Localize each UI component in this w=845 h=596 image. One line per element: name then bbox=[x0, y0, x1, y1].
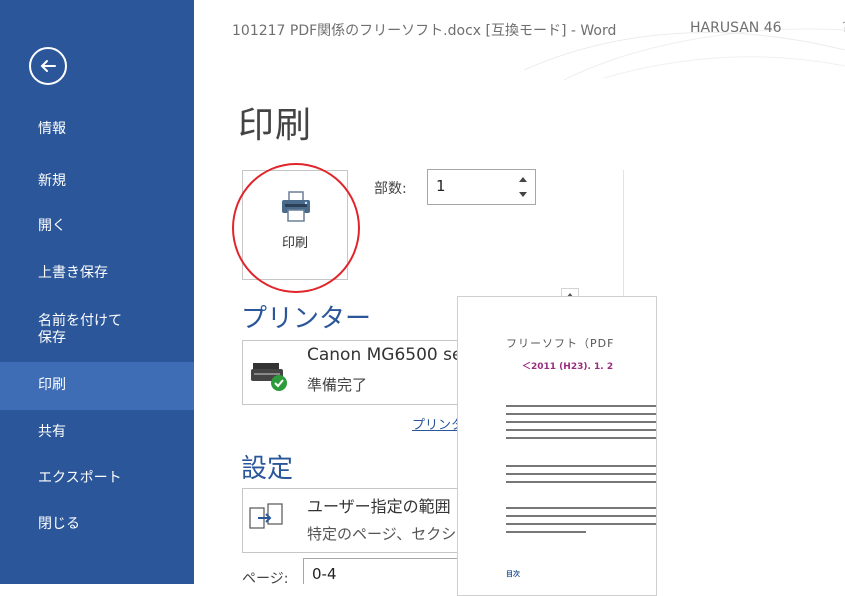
back-arrow-icon bbox=[40, 60, 56, 72]
title-bar: 101217 PDF関係のフリーソフト.docx [互換モード] - Word … bbox=[194, 0, 845, 80]
preview-text-line bbox=[506, 481, 656, 483]
sidebar-item-label-line2: 保存 bbox=[38, 330, 66, 346]
printer-heading: プリンター bbox=[241, 304, 372, 334]
preview-date: ＜2011 (H23). 1. 2 bbox=[522, 362, 614, 372]
copies-value: 1 bbox=[436, 177, 446, 195]
sidebar-item-save-as[interactable]: 名前を付けて 保存 bbox=[0, 313, 194, 349]
preview-text-line bbox=[506, 437, 656, 439]
print-button[interactable]: 印刷 bbox=[242, 170, 348, 280]
preview-text-line bbox=[506, 507, 656, 509]
copies-label: 部数: bbox=[374, 181, 407, 197]
sidebar-item-close[interactable]: 閉じる bbox=[0, 516, 194, 536]
title-decoration bbox=[524, 28, 845, 80]
sidebar-item-label: 情報 bbox=[38, 121, 66, 137]
sidebar-item-label: 共有 bbox=[38, 424, 66, 440]
settings-heading: 設定 bbox=[241, 454, 294, 484]
print-preview-page: フリーソフト（PDF ＜2011 (H23). 1. 2 目次 bbox=[457, 296, 657, 596]
sidebar-item-label: エクスポート bbox=[38, 470, 122, 486]
preview-text-line bbox=[506, 473, 656, 475]
sidebar-item-label-line1: 名前を付けて bbox=[38, 313, 122, 329]
sidebar-item-label: 印刷 bbox=[38, 377, 66, 393]
backstage-sidebar: 情報 新規 開く 上書き保存 名前を付けて 保存 印刷 共有 エクスポート 閉じ… bbox=[0, 0, 194, 584]
page-title: 印刷 bbox=[238, 105, 313, 146]
printer-status: 準備完了 bbox=[307, 376, 368, 394]
preview-text-line bbox=[506, 421, 656, 423]
pages-value: 0-4 bbox=[312, 565, 337, 583]
spin-up-icon[interactable] bbox=[519, 177, 527, 182]
pages-icon bbox=[249, 503, 283, 529]
spin-down-icon[interactable] bbox=[519, 192, 527, 197]
preview-text-line bbox=[506, 531, 586, 533]
printer-icon bbox=[282, 191, 310, 222]
preview-toc-heading: 目次 bbox=[506, 570, 520, 578]
sidebar-item-save[interactable]: 上書き保存 bbox=[0, 265, 194, 285]
document-title: 101217 PDF関係のフリーソフト.docx [互換モード] - Word bbox=[232, 23, 617, 39]
print-range-value: ユーザー指定の範囲 bbox=[307, 497, 451, 516]
preview-text-line bbox=[506, 465, 656, 467]
user-name[interactable]: HARUSAN 46 bbox=[690, 20, 782, 36]
preview-title: フリーソフト（PDF bbox=[506, 337, 615, 350]
preview-text-line bbox=[506, 413, 656, 415]
back-button[interactable] bbox=[29, 47, 67, 85]
preview-text-line bbox=[506, 429, 656, 431]
sidebar-item-label: 上書き保存 bbox=[38, 265, 108, 281]
sidebar-item-new[interactable]: 新規 bbox=[0, 173, 194, 193]
preview-text-line bbox=[506, 523, 656, 525]
print-button-label: 印刷 bbox=[281, 236, 308, 251]
sidebar-item-export[interactable]: エクスポート bbox=[0, 470, 194, 490]
sidebar-item-open[interactable]: 開く bbox=[0, 218, 194, 238]
sidebar-item-print[interactable]: 印刷 bbox=[0, 362, 194, 410]
preview-area bbox=[624, 170, 845, 584]
printer-ready-icon bbox=[251, 363, 287, 391]
sidebar-item-label: 開く bbox=[38, 218, 66, 234]
pages-label: ページ: bbox=[242, 571, 289, 584]
copies-stepper[interactable]: 1 bbox=[427, 169, 536, 205]
preview-text-line bbox=[506, 515, 656, 517]
preview-text-line bbox=[506, 405, 656, 407]
sidebar-item-label: 閉じる bbox=[38, 516, 80, 532]
sidebar-item-info[interactable]: 情報 bbox=[0, 121, 194, 141]
sidebar-item-share[interactable]: 共有 bbox=[0, 424, 194, 444]
sidebar-item-label: 新規 bbox=[38, 173, 66, 189]
